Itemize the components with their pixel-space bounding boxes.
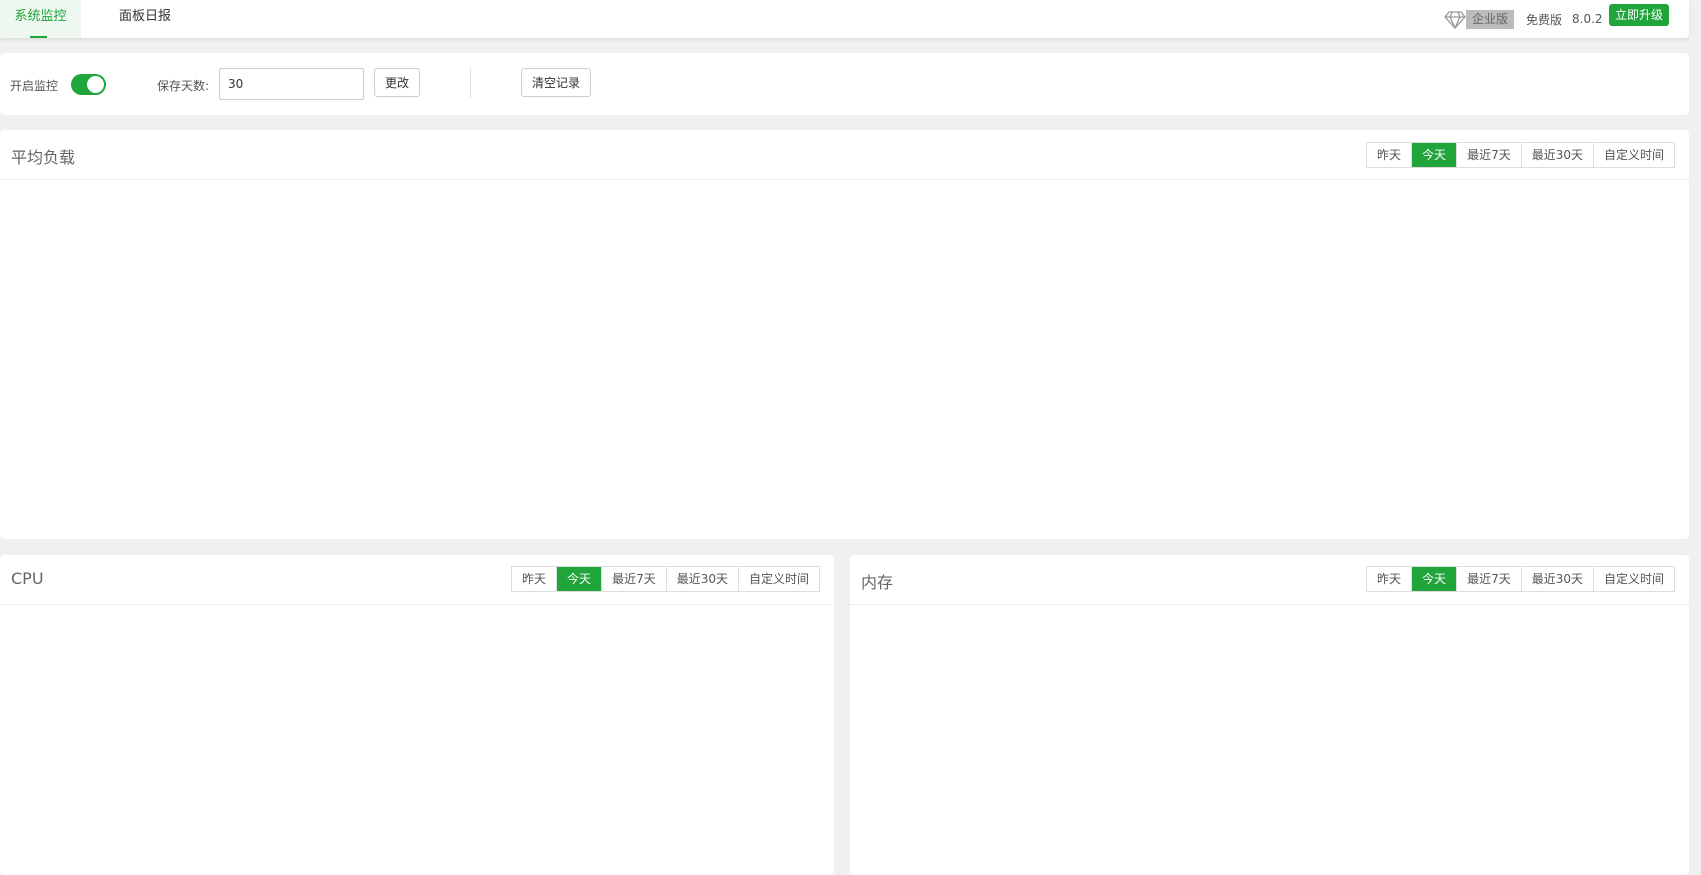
range-selector: 昨天 今天 最近7天 最近30天 自定义时间 <box>1366 142 1675 168</box>
range-today[interactable]: 今天 <box>1411 567 1457 591</box>
cpu-panel: CPU 昨天 今天 最近7天 最近30天 自定义时间 <box>0 555 834 875</box>
panel-title: 内存 <box>861 573 894 592</box>
range-today[interactable]: 今天 <box>1411 143 1457 167</box>
range-7-days[interactable]: 最近7天 <box>1456 567 1521 591</box>
divider <box>0 179 1689 180</box>
range-7-days[interactable]: 最近7天 <box>1456 143 1521 167</box>
monitor-toggle[interactable] <box>71 74 106 95</box>
memory-panel: 内存 昨天 今天 最近7天 最近30天 自定义时间 <box>850 555 1689 875</box>
top-header: 系统监控 面板日报 企业版 免费版 8.0.2 立即升级 <box>0 0 1689 38</box>
tab-panel-report[interactable]: 面板日报 <box>110 0 180 38</box>
range-7-days[interactable]: 最近7天 <box>601 567 666 591</box>
version-label: 8.0.2 <box>1572 12 1603 26</box>
divider <box>470 68 471 98</box>
enterprise-label: 企业版 <box>1466 9 1515 29</box>
panel-title: 平均负载 <box>11 148 76 167</box>
diamond-icon <box>1444 11 1466 29</box>
tab-system-monitor[interactable]: 系统监控 <box>0 0 81 38</box>
divider <box>0 604 834 605</box>
load-average-panel: 平均负载 昨天 今天 最近7天 最近30天 自定义时间 <box>0 130 1689 539</box>
change-button[interactable]: 更改 <box>374 68 420 97</box>
clear-records-button[interactable]: 清空记录 <box>521 68 591 97</box>
range-yesterday[interactable]: 昨天 <box>1367 143 1411 167</box>
range-yesterday[interactable]: 昨天 <box>512 567 556 591</box>
range-custom[interactable]: 自定义时间 <box>1592 567 1674 591</box>
range-yesterday[interactable]: 昨天 <box>1367 567 1411 591</box>
range-30-days[interactable]: 最近30天 <box>1520 567 1593 591</box>
divider <box>850 604 1689 605</box>
enterprise-badge[interactable]: 企业版 <box>1444 0 1515 38</box>
range-30-days[interactable]: 最近30天 <box>1520 143 1593 167</box>
range-custom[interactable]: 自定义时间 <box>1592 143 1674 167</box>
range-selector: 昨天 今天 最近7天 最近30天 自定义时间 <box>511 566 820 592</box>
range-custom[interactable]: 自定义时间 <box>737 567 819 591</box>
free-edition-label: 免费版 <box>1526 12 1563 27</box>
range-selector: 昨天 今天 最近7天 最近30天 自定义时间 <box>1366 566 1675 592</box>
range-today[interactable]: 今天 <box>556 567 602 591</box>
settings-card: 开启监控 保存天数: 更改 清空记录 <box>0 53 1689 115</box>
panel-title: CPU <box>11 569 44 588</box>
range-30-days[interactable]: 最近30天 <box>665 567 738 591</box>
days-input[interactable] <box>219 68 364 100</box>
monitor-label: 开启监控 <box>10 79 59 93</box>
upgrade-button[interactable]: 立即升级 <box>1609 4 1669 26</box>
days-label: 保存天数: <box>157 79 210 93</box>
